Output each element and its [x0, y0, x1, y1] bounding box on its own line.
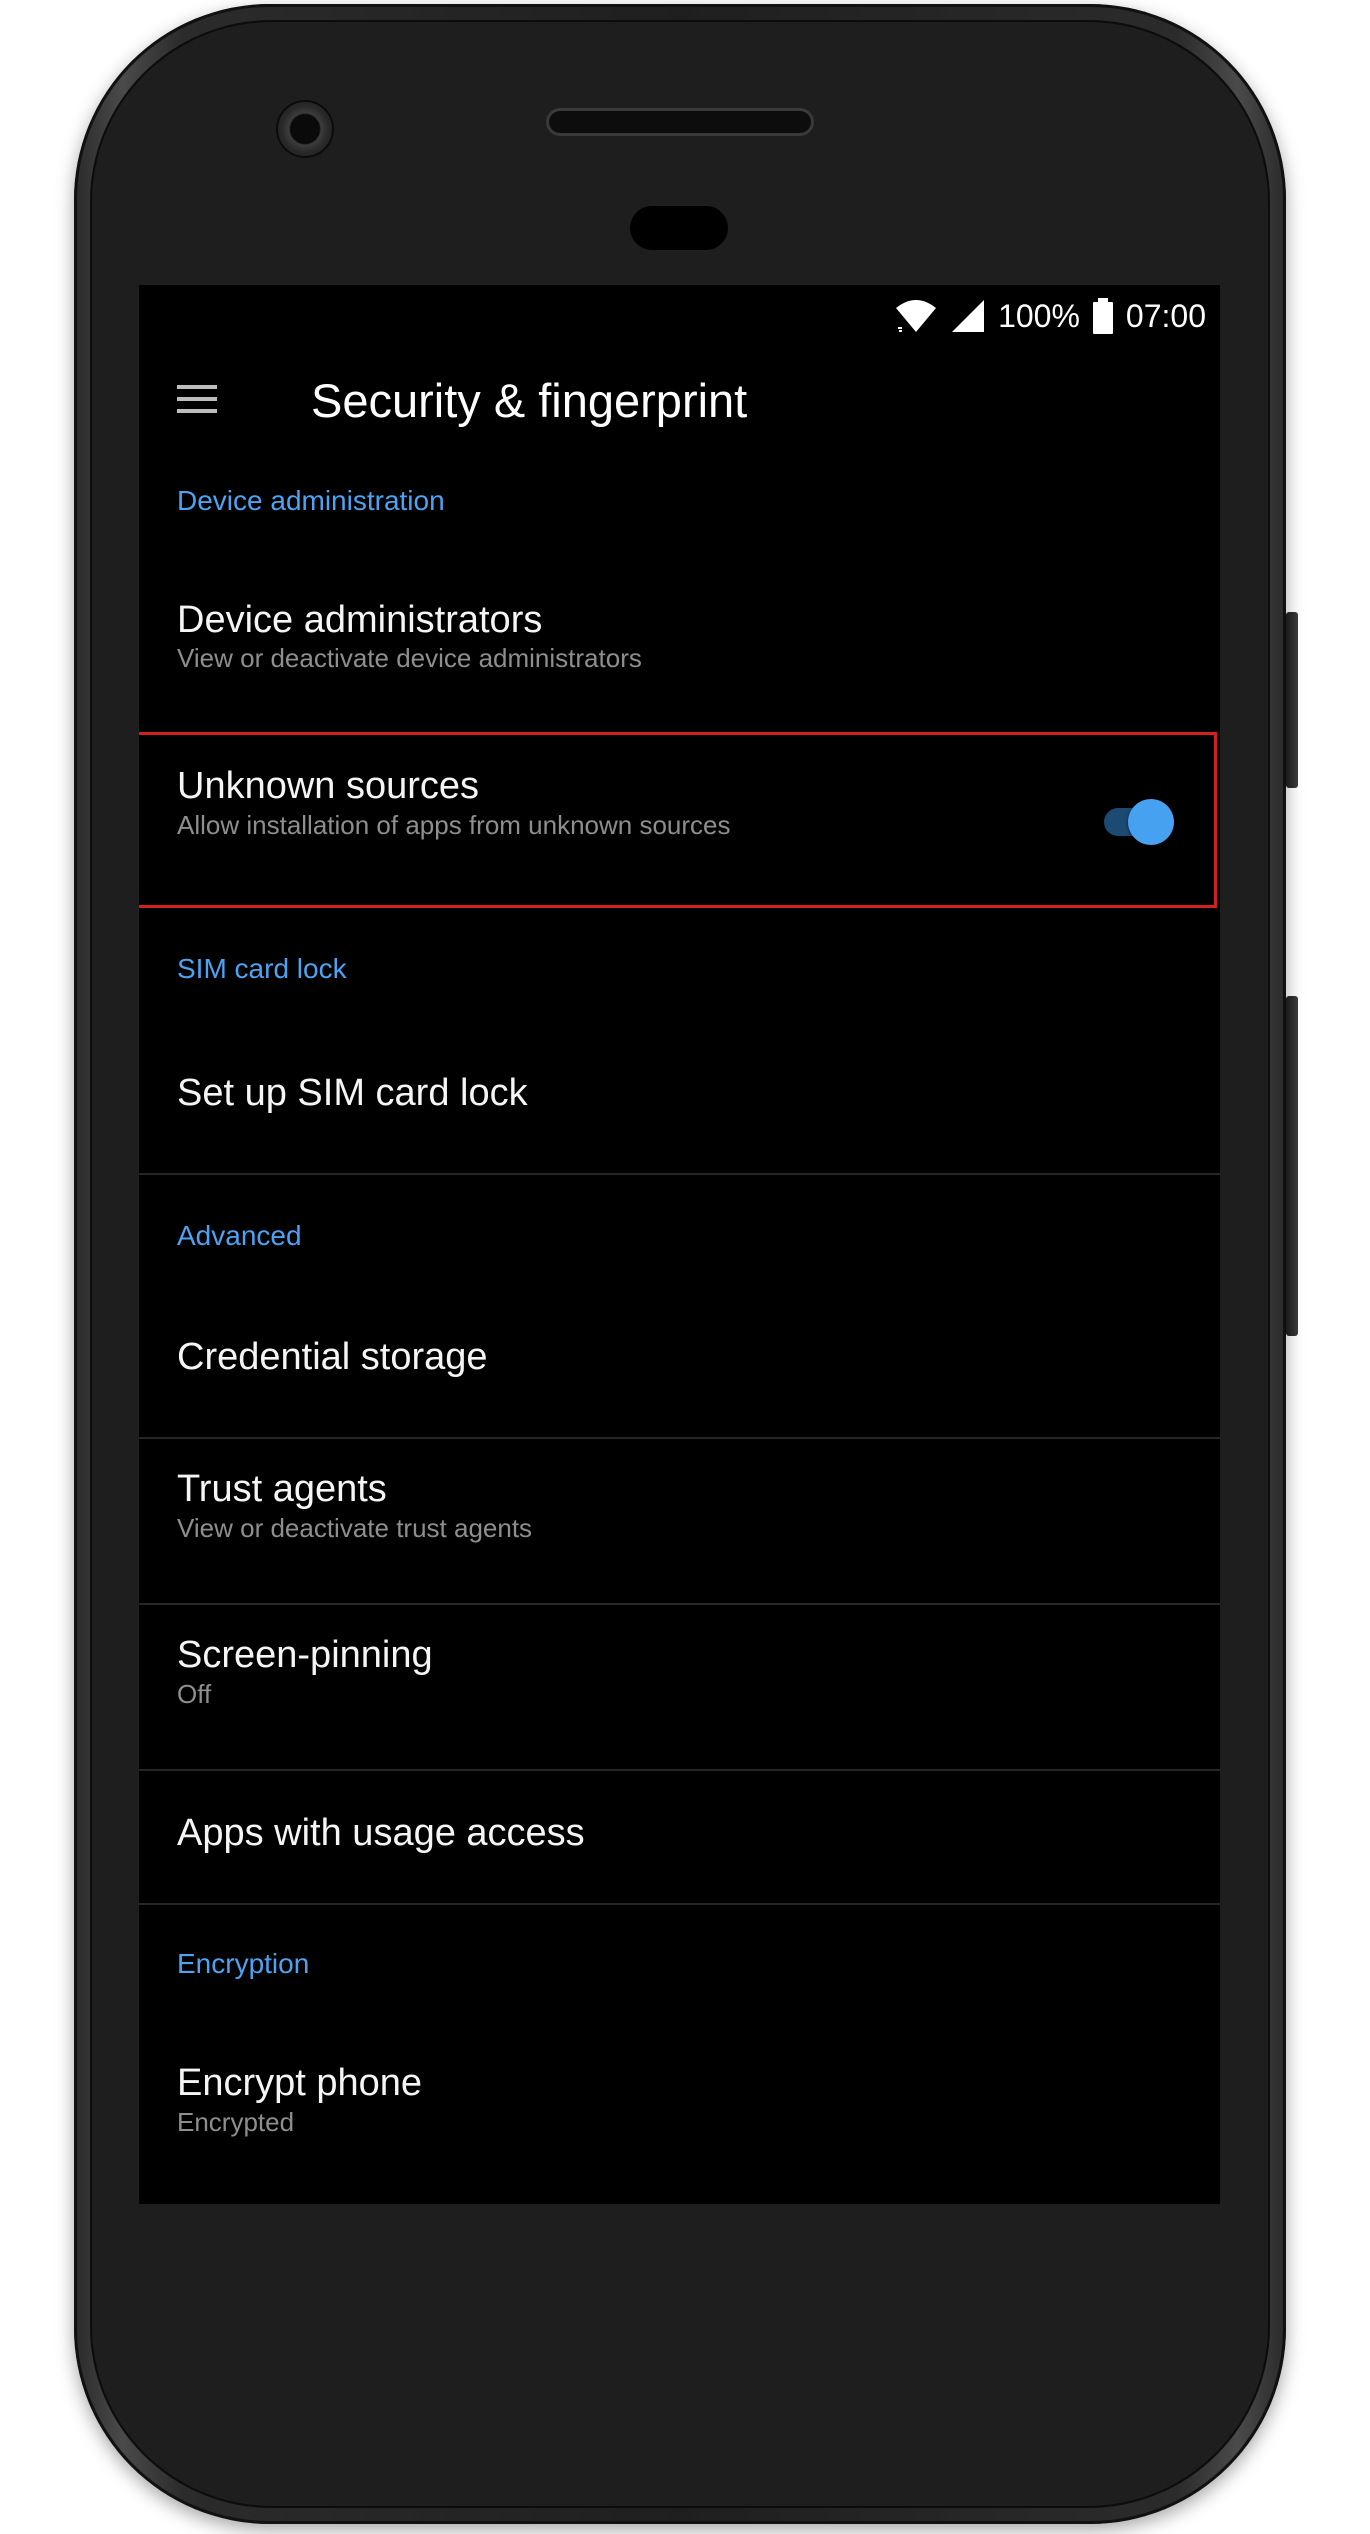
cell-signal-icon: [950, 298, 986, 334]
pref-title: Credential storage: [177, 1336, 488, 1378]
pref-set-up-sim-card-lock[interactable]: Set up SIM card lock: [139, 1025, 1220, 1173]
status-indicators: 100% 07:00: [894, 293, 1206, 339]
section-header-advanced: Advanced: [177, 1220, 302, 1251]
section-header-device-administration: Device administration: [177, 485, 445, 516]
pref-summary: View or deactivate device administrators: [177, 643, 642, 673]
menu-line: [177, 397, 217, 401]
front-camera: [278, 102, 332, 156]
pref-screen-pinning[interactable]: Screen-pinning Off: [139, 1605, 1220, 1769]
hamburger-menu-icon[interactable]: [173, 375, 221, 423]
earpiece-speaker: [546, 108, 814, 136]
pref-title: Encrypt phone: [177, 2062, 423, 2104]
pref-summary: View or deactivate trust agents: [177, 1513, 533, 1543]
pref-title: Trust agents: [177, 1468, 387, 1510]
page-title: Security & fingerprint: [311, 374, 748, 427]
toggle-thumb: [1128, 799, 1174, 845]
pref-title: Unknown sources: [177, 765, 480, 807]
power-button: [1286, 612, 1298, 788]
pref-summary: Off: [177, 1679, 212, 1709]
device-screen: 100% 07:00 Security & fingerprint Device: [139, 285, 1220, 2204]
pref-summary: Encrypted: [177, 2107, 295, 2137]
section-header-sim-card-lock: SIM card lock: [177, 953, 347, 984]
section-header-encryption: Encryption: [177, 1948, 310, 1979]
pref-apps-with-usage-access[interactable]: Apps with usage access: [139, 1771, 1220, 1903]
pref-encrypt-phone[interactable]: Encrypt phone Encrypted: [139, 2025, 1220, 2195]
pref-trust-agents[interactable]: Trust agents View or deactivate trust ag…: [139, 1439, 1220, 1603]
menu-line: [177, 409, 217, 413]
battery-percentage: 100%: [998, 298, 1080, 334]
unknown-sources-toggle[interactable]: [1100, 798, 1176, 846]
pref-device-administrators[interactable]: Device administrators View or deactivate…: [139, 575, 1220, 715]
pref-summary: Allow installation of apps from unknown …: [177, 810, 731, 840]
divider: [139, 1903, 1220, 1905]
pref-title: Apps with usage access: [177, 1812, 585, 1854]
status-bar: 100% 07:00: [139, 285, 1220, 345]
screenshot-canvas: 100% 07:00 Security & fingerprint Device: [0, 0, 1370, 2534]
pref-title: Device administrators: [177, 599, 543, 641]
proximity-sensor: [630, 206, 728, 250]
wifi-icon: [894, 298, 938, 334]
battery-full-icon: [1092, 298, 1114, 334]
menu-line: [177, 385, 217, 389]
pref-title: Screen-pinning: [177, 1634, 433, 1676]
app-bar: Security & fingerprint: [139, 345, 1220, 457]
clock: 07:00: [1125, 298, 1206, 334]
pref-credential-storage[interactable]: Credential storage: [139, 1291, 1220, 1437]
volume-button: [1286, 996, 1298, 1336]
pref-title: Set up SIM card lock: [177, 1072, 528, 1114]
pref-unknown-sources[interactable]: Unknown sources Allow installation of ap…: [139, 738, 1220, 904]
divider: [139, 1173, 1220, 1175]
